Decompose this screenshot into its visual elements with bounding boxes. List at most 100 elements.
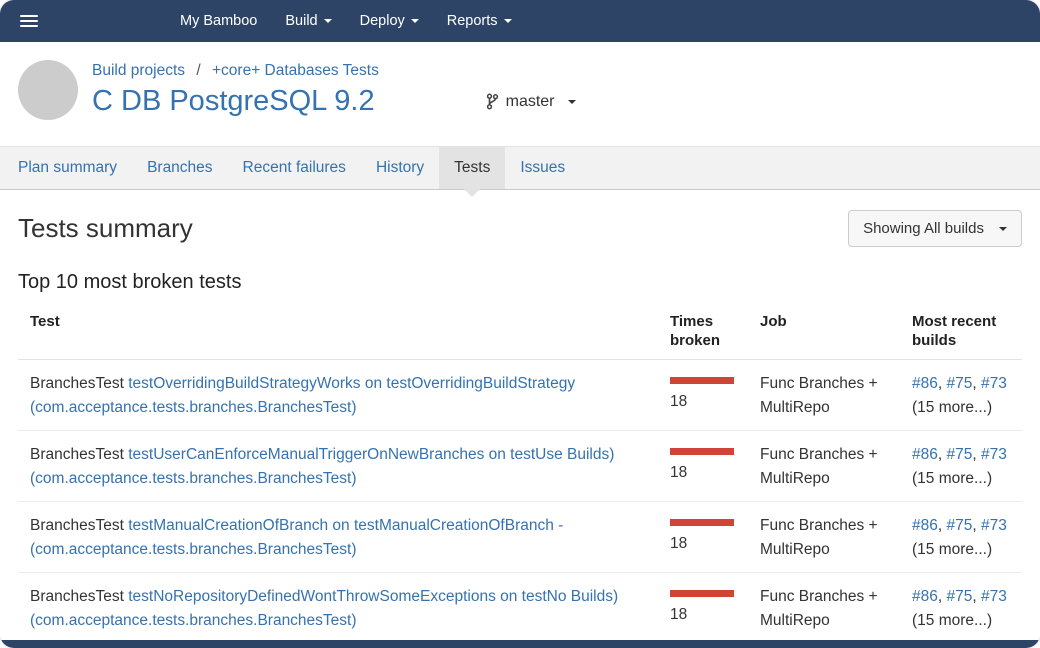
nav-build-label: Build xyxy=(285,13,317,29)
branch-selector[interactable]: master xyxy=(485,93,576,111)
plan-tabs: Plan summary Branches Recent failures Hi… xyxy=(0,146,1040,190)
times-broken-cell: 18 xyxy=(658,431,748,502)
breadcrumb-separator: / xyxy=(196,62,200,79)
recent-builds-cell: #86, #75, #73 (15 more...) xyxy=(900,573,1022,641)
tab-history[interactable]: History xyxy=(361,147,439,189)
plan-title[interactable]: C DB PostgreSQL 9.2 xyxy=(92,85,375,118)
nav-my-bamboo-label: My Bamboo xyxy=(180,13,257,29)
table-header-row: Test Times broken Job Most recent builds xyxy=(18,302,1022,360)
broken-count-bar xyxy=(670,590,734,597)
builds-separator: , xyxy=(972,446,981,463)
broken-count: 18 xyxy=(670,535,687,552)
broken-count: 18 xyxy=(670,606,687,623)
nav-reports-label: Reports xyxy=(447,13,498,29)
showing-builds-dropdown[interactable]: Showing All builds xyxy=(848,210,1022,247)
breadcrumb-build-projects[interactable]: Build projects xyxy=(92,62,185,79)
table-row: BranchesTest testManualCreationOfBranch … xyxy=(18,502,1022,573)
builds-separator: , xyxy=(972,588,981,605)
build-link[interactable]: #86 xyxy=(912,588,938,605)
chevron-down-icon xyxy=(999,227,1007,231)
branch-name: master xyxy=(506,93,555,111)
test-cell: BranchesTest testNoRepositoryDefinedWont… xyxy=(18,573,658,641)
more-builds-label[interactable]: (15 more...) xyxy=(912,538,1010,562)
times-broken-cell: 18 xyxy=(658,360,748,431)
more-builds-label[interactable]: (15 more...) xyxy=(912,396,1010,420)
nav-deploy[interactable]: Deploy xyxy=(360,13,419,29)
builds-separator: , xyxy=(938,446,947,463)
test-cell: BranchesTest testUserCanEnforceManualTri… xyxy=(18,431,658,502)
more-builds-label[interactable]: (15 more...) xyxy=(912,609,1010,633)
job-cell: Func Branches + MultiRepo xyxy=(748,431,900,502)
more-builds-label[interactable]: (15 more...) xyxy=(912,467,1010,491)
bamboo-page: My Bamboo Build Deploy Reports Build pro… xyxy=(0,0,1040,648)
nav-my-bamboo[interactable]: My Bamboo xyxy=(180,13,257,29)
nav-deploy-label: Deploy xyxy=(360,13,405,29)
breadcrumb: Build projects / +core+ Databases Tests xyxy=(92,62,576,80)
build-link[interactable]: #73 xyxy=(981,517,1007,534)
tab-recent-failures[interactable]: Recent failures xyxy=(228,147,361,189)
branch-icon xyxy=(485,93,499,110)
broken-tests-table: Test Times broken Job Most recent builds… xyxy=(18,302,1022,640)
showing-builds-label: Showing All builds xyxy=(863,220,984,237)
tab-tests[interactable]: Tests xyxy=(439,147,505,189)
times-broken-cell: 18 xyxy=(658,573,748,641)
build-link[interactable]: #73 xyxy=(981,588,1007,605)
nav-items: My Bamboo Build Deploy Reports xyxy=(180,13,512,29)
test-class-name: BranchesTest xyxy=(30,446,124,463)
builds-separator: , xyxy=(938,375,947,392)
hamburger-menu-icon[interactable] xyxy=(20,15,40,27)
nav-build[interactable]: Build xyxy=(285,13,331,29)
section-title: Top 10 most broken tests xyxy=(18,271,1022,294)
broken-count: 18 xyxy=(670,464,687,481)
column-header-recent-builds: Most recent builds xyxy=(900,302,1022,360)
broken-count-bar xyxy=(670,448,734,455)
build-link[interactable]: #86 xyxy=(912,446,938,463)
build-link[interactable]: #73 xyxy=(981,446,1007,463)
table-row: BranchesTest testUserCanEnforceManualTri… xyxy=(18,431,1022,502)
table-row: BranchesTest testOverridingBuildStrategy… xyxy=(18,360,1022,431)
build-link[interactable]: #75 xyxy=(947,446,973,463)
column-header-times-broken: Times broken xyxy=(658,302,748,360)
build-link[interactable]: #86 xyxy=(912,517,938,534)
build-link[interactable]: #75 xyxy=(947,375,973,392)
broken-count-bar xyxy=(670,519,734,526)
chevron-down-icon xyxy=(568,100,576,104)
column-header-job: Job xyxy=(748,302,900,360)
recent-builds-cell: #86, #75, #73 (15 more...) xyxy=(900,360,1022,431)
job-cell: Func Branches + MultiRepo xyxy=(748,360,900,431)
bottom-bar xyxy=(0,640,1040,648)
broken-count: 18 xyxy=(670,393,687,410)
test-cell: BranchesTest testOverridingBuildStrategy… xyxy=(18,360,658,431)
build-link[interactable]: #73 xyxy=(981,375,1007,392)
build-link[interactable]: #75 xyxy=(947,517,973,534)
tab-plan-summary[interactable]: Plan summary xyxy=(3,147,132,189)
column-header-test: Test xyxy=(18,302,658,360)
build-link[interactable]: #75 xyxy=(947,588,973,605)
builds-separator: , xyxy=(972,517,981,534)
builds-separator: , xyxy=(972,375,981,392)
test-cell: BranchesTest testManualCreationOfBranch … xyxy=(18,502,658,573)
test-class-name: BranchesTest xyxy=(30,375,124,392)
job-cell: Func Branches + MultiRepo xyxy=(748,573,900,641)
test-class-name: BranchesTest xyxy=(30,517,124,534)
tab-branches[interactable]: Branches xyxy=(132,147,227,189)
chevron-down-icon xyxy=(324,19,332,23)
chevron-down-icon xyxy=(411,19,419,23)
top-navbar: My Bamboo Build Deploy Reports xyxy=(0,0,1040,42)
build-link[interactable]: #86 xyxy=(912,375,938,392)
table-row: BranchesTest testNoRepositoryDefinedWont… xyxy=(18,573,1022,641)
builds-separator: , xyxy=(938,588,947,605)
builds-separator: , xyxy=(938,517,947,534)
tab-issues[interactable]: Issues xyxy=(505,147,580,189)
main-content: Tests summary Showing All builds Top 10 … xyxy=(0,190,1040,640)
breadcrumb-project[interactable]: +core+ Databases Tests xyxy=(212,62,379,79)
broken-count-bar xyxy=(670,377,734,384)
avatar xyxy=(18,60,78,120)
recent-builds-cell: #86, #75, #73 (15 more...) xyxy=(900,431,1022,502)
chevron-down-icon xyxy=(504,19,512,23)
plan-header: Build projects / +core+ Databases Tests … xyxy=(0,42,1040,146)
times-broken-cell: 18 xyxy=(658,502,748,573)
test-class-name: BranchesTest xyxy=(30,588,124,605)
page-title: Tests summary xyxy=(18,213,193,244)
nav-reports[interactable]: Reports xyxy=(447,13,512,29)
